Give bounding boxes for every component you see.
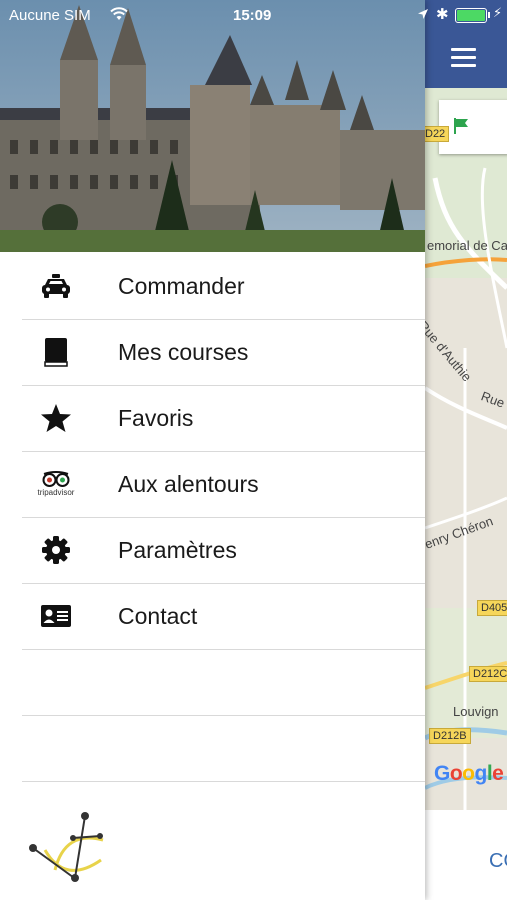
menu-item-commander[interactable]: Commander — [22, 254, 425, 320]
map-label-memorial: emorial de Ca — [427, 238, 507, 253]
book-icon — [36, 336, 76, 368]
map-roads — [425, 88, 507, 810]
menu-item-label: Contact — [118, 603, 198, 629]
road-badge-d212c: D212C — [469, 666, 507, 682]
menu-item-contact[interactable]: Contact — [22, 584, 425, 650]
menu-item-label: Aux alentours — [118, 471, 259, 497]
road-badge-d212b: D212B — [429, 728, 471, 744]
google-logo: Google — [434, 762, 504, 785]
drawer-menu: Commander Mes courses Favoris tripadviso… — [22, 254, 425, 782]
map-view[interactable] — [425, 88, 507, 810]
empty-row — [22, 650, 425, 716]
tripadvisor-text: tripadvisor — [37, 488, 75, 497]
wifi-icon — [110, 7, 128, 20]
destination-card[interactable] — [439, 100, 507, 154]
app-logo — [29, 812, 104, 882]
battery-icon — [455, 8, 487, 23]
map-screen: D22 emorial de Ca Rue d'Authie Rue enry … — [425, 0, 507, 900]
carrier-label: Aucune SIM — [9, 7, 91, 24]
clock: 15:09 — [233, 7, 272, 24]
taxi-icon — [36, 270, 76, 302]
bluetooth-icon: ✱ — [436, 6, 449, 23]
status-bar: Aucune SIM 15:09 ✱ ⚡ — [0, 0, 507, 30]
menu-item-label: Commander — [118, 273, 245, 299]
charging-bolt-icon: ⚡ — [493, 5, 503, 20]
location-arrow-icon — [418, 9, 428, 19]
menu-item-mes-courses[interactable]: Mes courses — [22, 320, 425, 386]
flag-icon — [454, 118, 468, 134]
gear-icon — [36, 534, 76, 566]
menu-item-label: Mes courses — [118, 339, 249, 365]
road-badge-d22: D22 — [425, 126, 450, 142]
map-bottom-bar: CO — [425, 810, 507, 900]
map-label-louvigny: Louvign — [453, 704, 499, 719]
contact-card-icon — [36, 600, 76, 632]
star-icon — [36, 402, 76, 434]
road-badge-d405: D405 — [477, 600, 507, 616]
hamburger-menu-icon[interactable] — [451, 48, 476, 67]
menu-item-label: Paramètres — [118, 537, 237, 563]
menu-item-parametres[interactable]: Paramètres — [22, 518, 425, 584]
header-church-photo — [0, 0, 425, 252]
empty-row — [22, 716, 425, 782]
menu-item-label: Favoris — [118, 405, 194, 431]
battery-tip — [488, 12, 490, 18]
side-drawer: Commander Mes courses Favoris tripadviso… — [0, 0, 425, 900]
map-bottom-button[interactable]: CO — [489, 850, 507, 873]
tripadvisor-icon: tripadvisor — [36, 468, 76, 500]
menu-item-aux-alentours[interactable]: tripadvisor Aux alentours — [22, 452, 425, 518]
menu-item-favoris[interactable]: Favoris — [22, 386, 425, 452]
